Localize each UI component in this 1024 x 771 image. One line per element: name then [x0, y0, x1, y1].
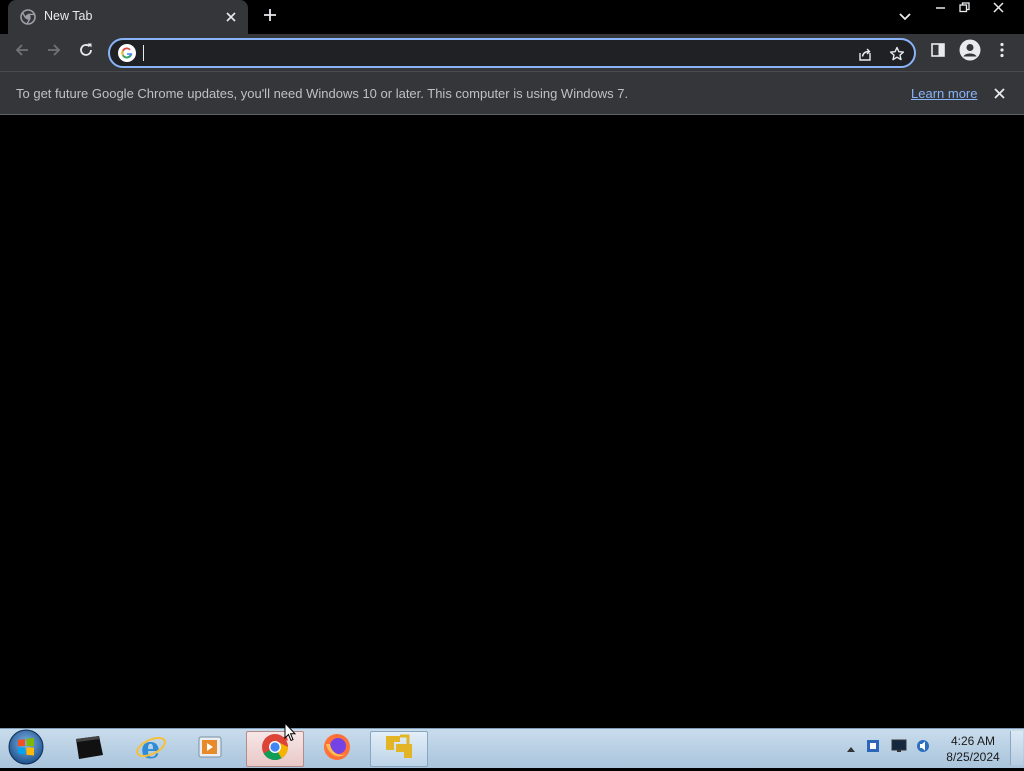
- restore-icon: [958, 0, 970, 18]
- learn-more-link[interactable]: Learn more: [911, 86, 977, 101]
- reload-button[interactable]: [72, 38, 100, 66]
- new-tab-button[interactable]: [258, 6, 282, 28]
- back-button[interactable]: [8, 38, 36, 66]
- tab-strip: New Tab: [0, 0, 1024, 34]
- restore-button[interactable]: [952, 0, 976, 18]
- windows-logo-icon: [7, 728, 45, 771]
- infobar-message: To get future Google Chrome updates, you…: [16, 86, 629, 101]
- tray-volume[interactable]: [914, 739, 932, 757]
- svg-text:e: e: [141, 731, 160, 763]
- address-input[interactable]: [142, 42, 822, 64]
- close-icon: [992, 0, 1004, 18]
- minimize-button[interactable]: [928, 0, 952, 18]
- taskbar-internet-explorer[interactable]: e: [122, 731, 180, 767]
- menu-icon: [1000, 42, 1004, 63]
- chevron-down-icon: [899, 8, 911, 26]
- side-panel-button[interactable]: [924, 38, 952, 66]
- terminal-icon: [73, 733, 105, 766]
- side-panel-icon: [930, 42, 946, 63]
- clock-date: 8/25/2024: [946, 750, 1000, 764]
- triangle-up-icon: [847, 739, 855, 757]
- share-icon[interactable]: [854, 43, 876, 65]
- taskbar-firefox[interactable]: [308, 731, 366, 767]
- taskbar-network-app[interactable]: [370, 731, 428, 767]
- google-icon: [118, 44, 136, 62]
- taskbar-clock[interactable]: 4:26 AM 8/25/2024: [938, 733, 1008, 765]
- media-player-icon: [197, 734, 225, 765]
- tab-search-button[interactable]: [894, 6, 916, 28]
- internet-explorer-icon: e: [135, 731, 167, 768]
- chrome-menu-button[interactable]: [988, 38, 1016, 66]
- tab-close-icon[interactable]: [222, 8, 240, 26]
- infobar-close-icon[interactable]: [990, 84, 1008, 102]
- tab-new-tab[interactable]: New Tab: [8, 0, 248, 34]
- back-icon: [14, 42, 30, 63]
- show-hidden-icons-button[interactable]: [842, 739, 860, 757]
- start-button[interactable]: [4, 728, 48, 771]
- taskbar-media-player[interactable]: [182, 731, 240, 767]
- speaker-icon: [915, 738, 931, 759]
- mouse-cursor-icon: [284, 721, 297, 747]
- forward-icon: [46, 42, 62, 63]
- bookmark-star-icon[interactable]: [886, 43, 908, 65]
- monitor-icon: [891, 739, 907, 758]
- chrome-icon: [20, 9, 36, 25]
- taskbar: e 4:26 AM 8/25/2024: [0, 728, 1024, 768]
- tray-app-icon-1[interactable]: [864, 739, 882, 757]
- taskbar-cmd[interactable]: [60, 731, 118, 767]
- text-caret: [143, 45, 144, 61]
- plus-icon: [263, 8, 277, 27]
- show-desktop-button[interactable]: [1010, 731, 1023, 765]
- page-content: [0, 115, 1024, 728]
- clock-time: 4:26 AM: [950, 734, 996, 748]
- browser-toolbar: [0, 34, 1024, 71]
- flag-icon: [865, 738, 881, 759]
- profile-icon: [959, 39, 981, 66]
- forward-button[interactable]: [40, 38, 68, 66]
- network-app-icon: [382, 732, 416, 767]
- firefox-icon: [322, 732, 352, 767]
- update-infobar: To get future Google Chrome updates, you…: [0, 71, 1024, 115]
- close-window-button[interactable]: [978, 0, 1018, 18]
- tab-title: New Tab: [44, 9, 93, 23]
- reload-icon: [78, 42, 94, 63]
- tray-network[interactable]: [890, 739, 908, 757]
- omnibox[interactable]: [108, 38, 916, 68]
- profile-button[interactable]: [956, 38, 984, 66]
- minimize-icon: [935, 0, 946, 18]
